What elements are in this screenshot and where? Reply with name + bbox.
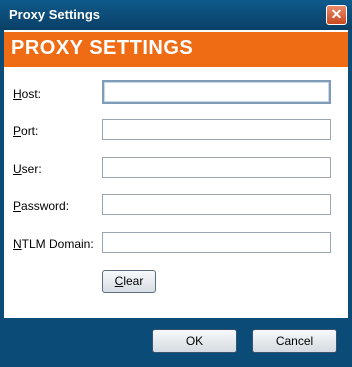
host-label: Host:	[13, 87, 42, 101]
window-title: Proxy Settings	[9, 7, 101, 22]
password-label: Password:	[13, 199, 70, 213]
proxy-settings-dialog: Proxy Settings ✕ PROXY SETTINGS Host: Po…	[0, 0, 352, 367]
title-bar[interactable]: Proxy Settings ✕	[0, 0, 352, 30]
clear-button[interactable]: Clear	[102, 270, 156, 293]
banner-title: PROXY SETTINGS	[11, 37, 194, 59]
cancel-button[interactable]: Cancel	[252, 329, 337, 353]
close-icon[interactable]: ✕	[326, 5, 347, 25]
user-label: User:	[13, 162, 42, 176]
host-field[interactable]	[102, 80, 331, 104]
user-field[interactable]	[102, 157, 331, 178]
dialog-content: PROXY SETTINGS Host: Port: User: Passwor…	[4, 30, 348, 318]
port-label: Port:	[13, 124, 39, 138]
ntlm-domain-label: NTLM Domain:	[13, 237, 94, 251]
ntlm-domain-field[interactable]	[102, 232, 331, 253]
header-banner: PROXY SETTINGS	[4, 32, 348, 67]
port-field[interactable]	[102, 119, 331, 140]
password-field[interactable]	[102, 194, 331, 215]
ok-button[interactable]: OK	[152, 329, 237, 353]
